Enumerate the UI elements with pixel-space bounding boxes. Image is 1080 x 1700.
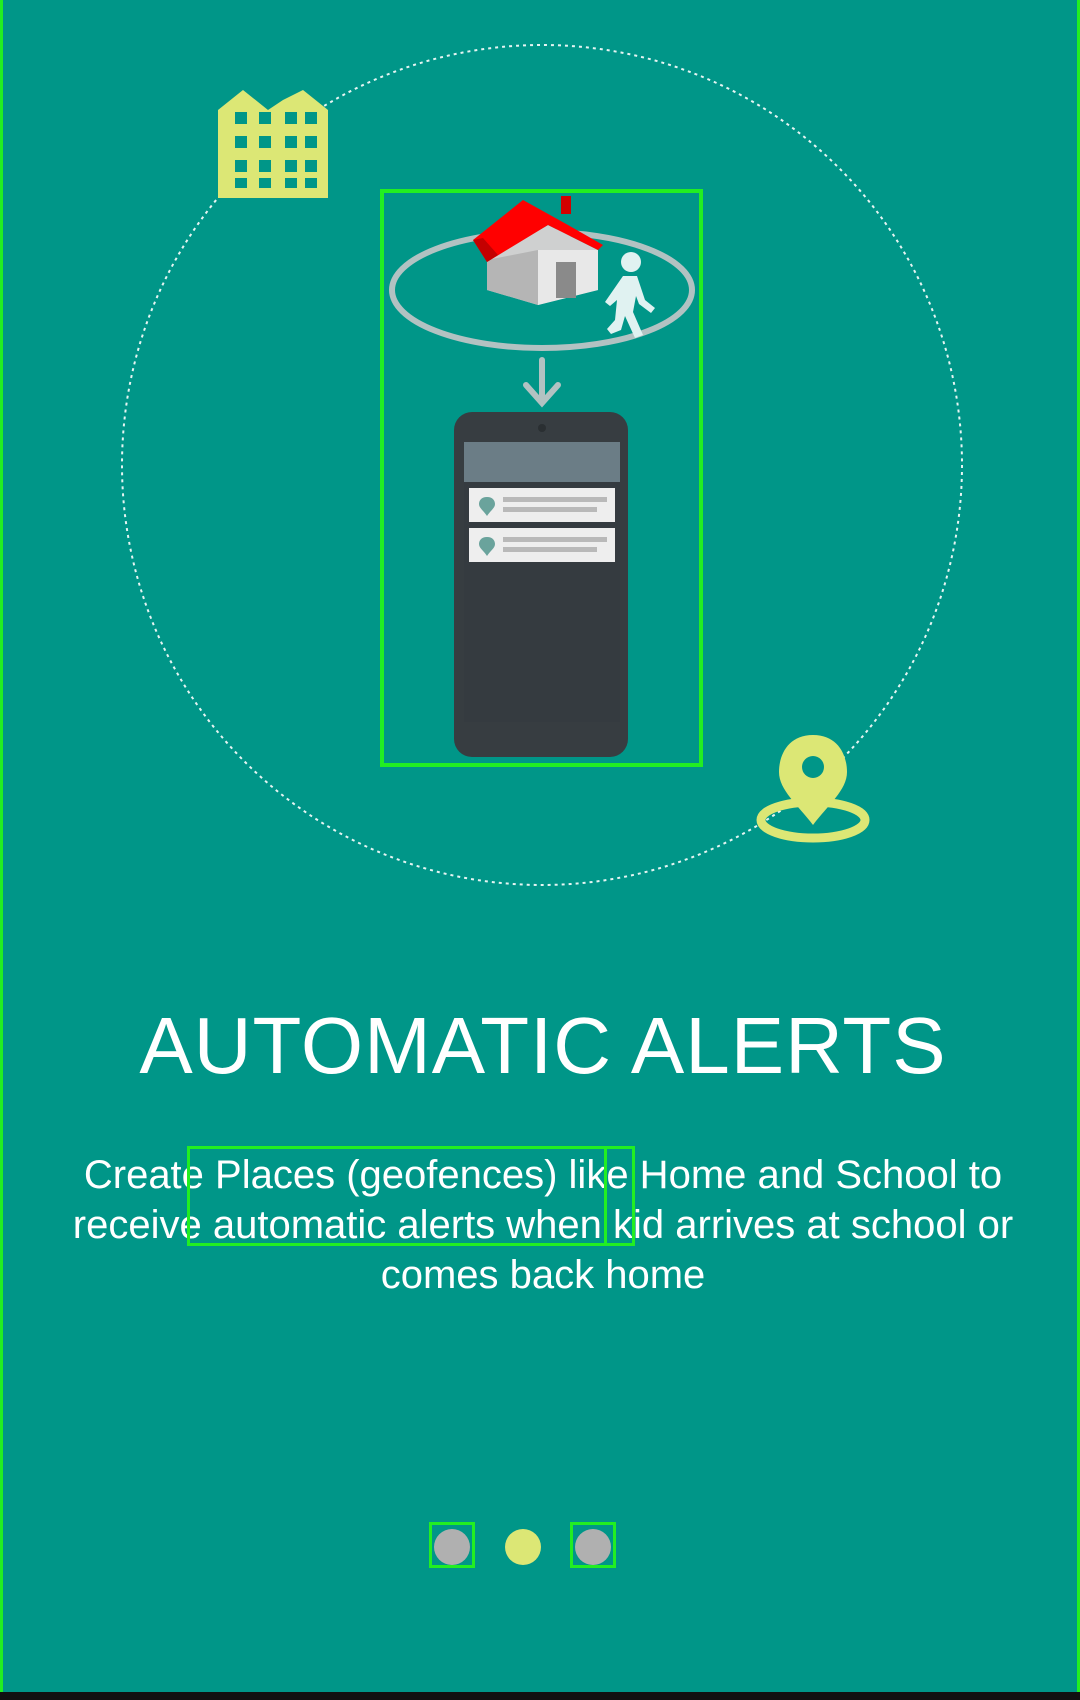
geofence-illustration <box>121 44 963 886</box>
walking-person-icon <box>605 252 655 338</box>
phone-icon <box>454 412 628 757</box>
page-indicator <box>3 1522 1080 1572</box>
page-dot-1[interactable] <box>434 1529 470 1565</box>
page-dot-3[interactable] <box>575 1529 611 1565</box>
house-icon <box>473 196 603 305</box>
location-pin-icon <box>756 735 870 843</box>
onboarding-screen: AUTOMATIC ALERTS Create Places (geofence… <box>0 0 1080 1692</box>
page-dot-2-active[interactable] <box>505 1529 541 1565</box>
arrow-down-icon <box>523 357 561 408</box>
page-title: AUTOMATIC ALERTS <box>139 1001 947 1090</box>
building-icon <box>218 90 328 198</box>
system-bottom-edge <box>0 1692 1080 1700</box>
description-link-area[interactable] <box>187 1146 635 1246</box>
